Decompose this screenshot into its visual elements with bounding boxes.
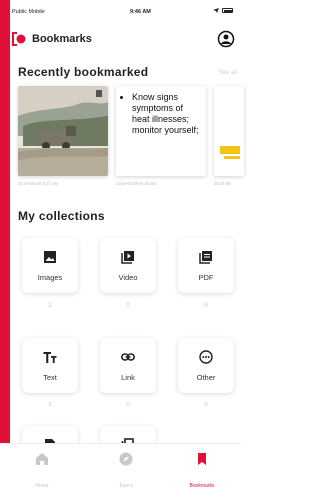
- link-icon: [121, 353, 135, 361]
- app-logo-icon: [12, 32, 26, 46]
- other-icon: [199, 350, 213, 364]
- bookmark-card-peek[interactable]: [214, 86, 244, 176]
- my-collections-title: My collections: [18, 209, 105, 223]
- bookmark-text-snippet: Know signs symptoms of heat illnesses; m…: [132, 92, 202, 136]
- collection-text[interactable]: Text: [22, 338, 78, 393]
- collection-count: 0: [126, 302, 130, 309]
- profile-icon[interactable]: [217, 30, 235, 48]
- collection-images[interactable]: Images: [22, 238, 78, 293]
- battery-icon: [222, 8, 233, 13]
- image-icon: [44, 251, 56, 263]
- tab-bookmarks[interactable]: Bookmarks: [172, 444, 232, 493]
- pdf-icon: [199, 251, 212, 264]
- status-icons: [213, 8, 233, 13]
- text-icon: [43, 352, 57, 363]
- collection-label: PDF: [198, 273, 214, 282]
- collection-link[interactable]: Link: [100, 338, 156, 393]
- tab-topics[interactable]: Topics: [96, 444, 156, 493]
- collection-count: 1: [48, 401, 52, 408]
- home-icon: [36, 453, 48, 465]
- peek-thumbnail-detail: [224, 156, 240, 159]
- collection-label: Other: [196, 373, 216, 382]
- app-header: Bookmarks: [12, 30, 235, 50]
- collection-label: Text: [43, 373, 57, 382]
- collection-count: 0: [204, 302, 208, 309]
- bottom-tab-bar: Home Topics Bookmarks: [0, 443, 241, 493]
- bookmark-card-image[interactable]: [18, 86, 108, 176]
- carrier-label: Public Mobile: [12, 9, 45, 15]
- video-icon: [121, 251, 134, 264]
- collection-pdf[interactable]: PDF: [178, 238, 234, 293]
- bookmark-date: 2019-05-06 9:37 am: [18, 181, 59, 186]
- tab-home[interactable]: Home: [12, 444, 72, 493]
- compass-icon: [119, 452, 133, 466]
- recently-bookmarked-title: Recently bookmarked: [18, 65, 149, 79]
- see-all-link[interactable]: See all: [219, 70, 237, 76]
- location-icon: [213, 8, 219, 13]
- collection-label: Link: [121, 373, 135, 382]
- page-title: Bookmarks: [32, 33, 92, 45]
- peek-thumbnail: [220, 146, 240, 154]
- left-accent-bar: [0, 0, 10, 493]
- bookmark-icon: [198, 453, 206, 465]
- collection-label: Video: [118, 273, 138, 282]
- collection-label: Images: [37, 273, 63, 282]
- bookmark-date: 2019-05-06 9:36 am: [116, 181, 157, 186]
- tab-label: Topics: [118, 483, 134, 489]
- bookmark-thumbnail-image: [18, 86, 108, 176]
- bookmark-date: 2019-05: [214, 181, 231, 186]
- collection-count: 2: [48, 302, 52, 309]
- collection-count: 0: [126, 401, 130, 408]
- status-bar: Public Mobile 9:46 AM: [12, 6, 233, 18]
- bookmark-badge-icon: [96, 90, 102, 97]
- bookmark-text: Know signs symptoms of heat illnesses; m…: [132, 92, 202, 136]
- bookmark-card-text[interactable]: Know signs symptoms of heat illnesses; m…: [116, 86, 206, 176]
- tab-label: Home: [35, 483, 49, 489]
- collection-count: 0: [204, 401, 208, 408]
- collection-video[interactable]: Video: [100, 238, 156, 293]
- clock: 9:46 AM: [130, 9, 151, 15]
- tab-label: Bookmarks: [189, 483, 215, 489]
- collection-other[interactable]: Other: [178, 338, 234, 393]
